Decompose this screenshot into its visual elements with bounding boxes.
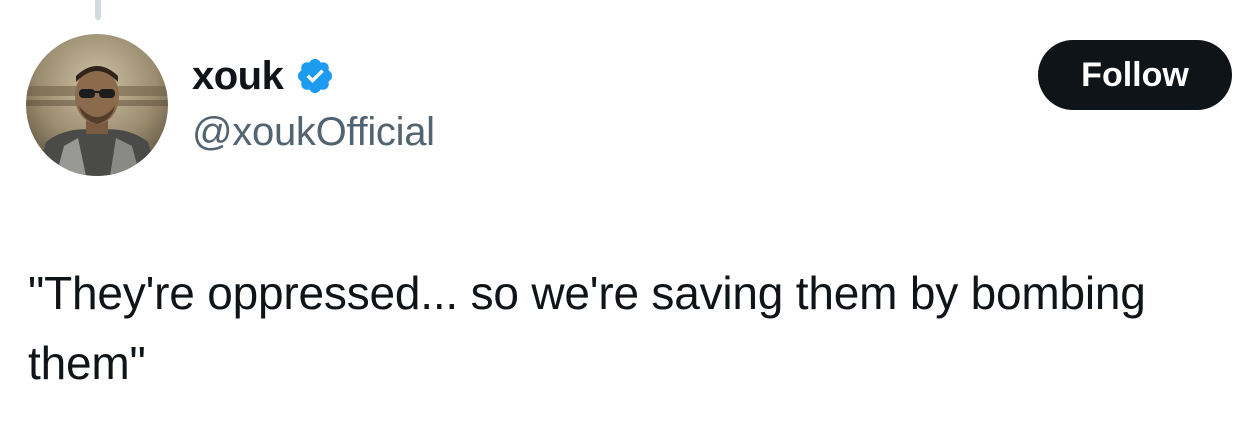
avatar[interactable] <box>26 34 168 176</box>
follow-button[interactable]: Follow <box>1038 40 1232 110</box>
author-handle[interactable]: @xoukOfficial <box>192 110 435 155</box>
author-name-row: xouk <box>192 52 335 100</box>
verified-badge-svg <box>298 58 333 94</box>
avatar-image <box>26 34 168 176</box>
author-display-name[interactable]: xouk <box>192 54 284 99</box>
tweet-text: "They're oppressed... so we're saving th… <box>28 267 1159 389</box>
verified-badge-icon[interactable] <box>295 56 335 96</box>
thread-connector-line <box>95 0 101 20</box>
